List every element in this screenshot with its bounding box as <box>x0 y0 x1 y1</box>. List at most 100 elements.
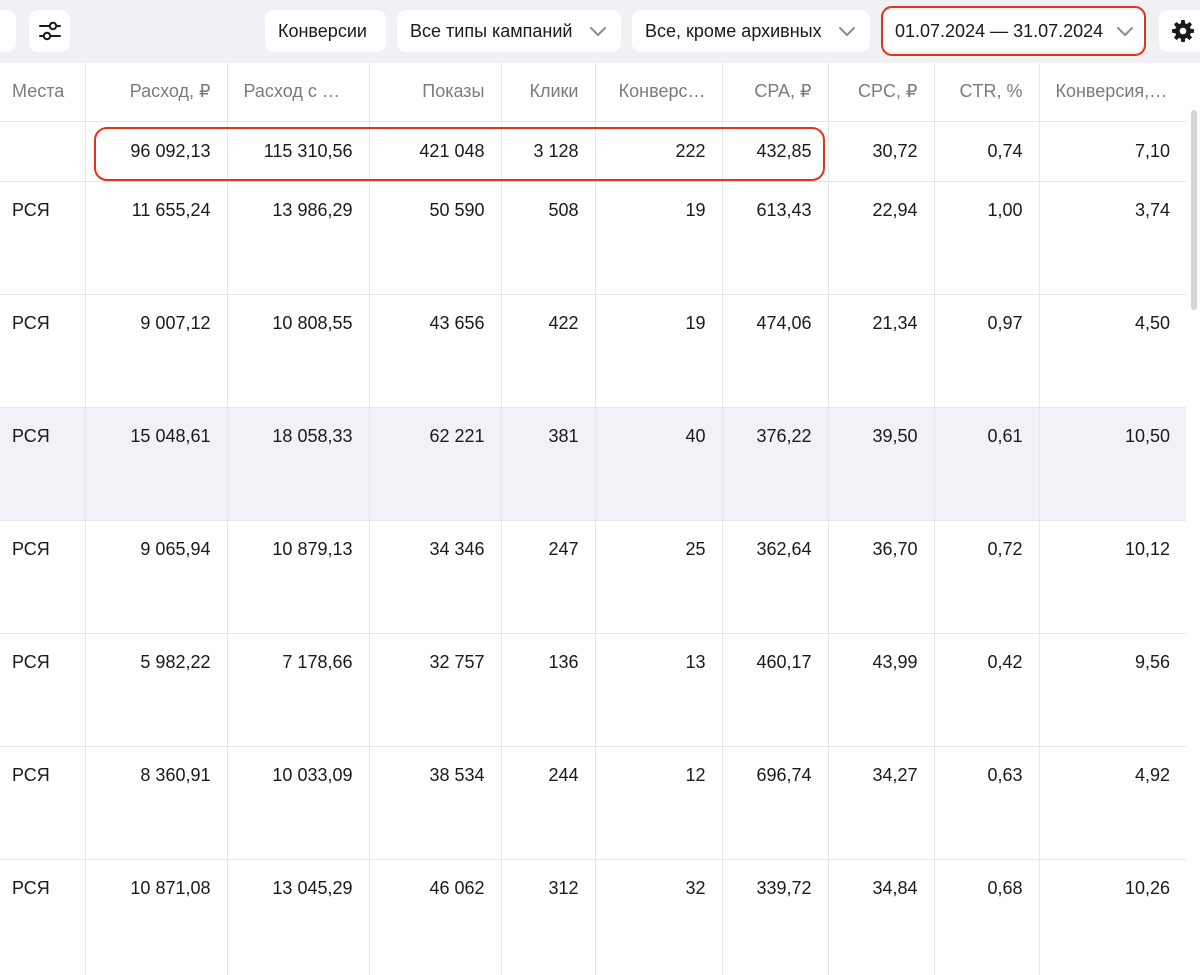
table-cell: 12 <box>594 746 722 860</box>
column-header-places[interactable]: Места <box>0 63 85 122</box>
total-cell: 421 048 <box>368 121 501 182</box>
table-cell: 34,27 <box>827 746 934 860</box>
table-cell: 0,61 <box>933 407 1039 521</box>
table-cell: РСЯ <box>12 877 50 898</box>
statistics-table: Места Расход, ₽ Расход с Н… Показы Клики… <box>0 63 1186 975</box>
column-header-conversion-rate[interactable]: Конверсия, % <box>1038 63 1186 122</box>
total-cell: 0,74 <box>933 121 1039 182</box>
partial-button[interactable] <box>0 10 16 52</box>
table-cell: 62 221 <box>368 407 501 521</box>
column-header-impressions[interactable]: Показы <box>368 63 501 122</box>
total-cell: 30,72 <box>827 121 934 182</box>
table-row[interactable]: РСЯ 9 007,12 10 808,55 43 656 422 19 474… <box>0 294 1186 408</box>
column-header-cpa[interactable]: CPA, ₽ <box>721 63 828 122</box>
status-filter-select[interactable]: Все, кроме архивных <box>632 10 870 52</box>
conversions-button[interactable]: Конверсии <box>265 10 386 52</box>
table-cell: 4,92 <box>1038 746 1186 860</box>
table-row[interactable]: РСЯ 8 360,91 10 033,09 38 534 244 12 696… <box>0 746 1186 860</box>
table-cell: 9,56 <box>1038 633 1186 747</box>
table-cell: 613,43 <box>721 181 828 295</box>
total-cell: 432,85 <box>721 121 828 182</box>
table-cell: 38 534 <box>368 746 501 860</box>
table-cell: 244 <box>500 746 595 860</box>
total-cell: 3 128 <box>500 121 595 182</box>
table-cell: 11 655,24 <box>84 181 227 295</box>
table-row[interactable]: РСЯ 15 048,61 18 058,33 62 221 381 40 37… <box>0 407 1186 521</box>
table-cell: 1,00 <box>933 181 1039 295</box>
table-cell: 312 <box>500 859 595 975</box>
toolbar: Конверсии Все типы кампаний Все, кроме а… <box>0 0 1200 63</box>
table-cell: 13 045,29 <box>226 859 369 975</box>
column-header-conversions[interactable]: Конверс… <box>594 63 722 122</box>
table-cell: 15 048,61 <box>84 407 227 521</box>
table-cell: 25 <box>594 520 722 634</box>
table-cell: РСЯ <box>0 746 85 860</box>
table-cell: 43 656 <box>368 294 501 408</box>
total-cell: 7,10 <box>1038 121 1186 182</box>
settings-button[interactable] <box>1159 10 1200 52</box>
table-cell: 5 982,22 <box>84 633 227 747</box>
table-cell: 19 <box>594 181 722 295</box>
table-cell: 9 007,12 <box>84 294 227 408</box>
table-cell: 10,26 <box>1038 859 1186 975</box>
table-row[interactable]: РСЯ 5 982,22 7 178,66 32 757 136 13 460,… <box>0 633 1186 747</box>
table-cell: 0,97 <box>933 294 1039 408</box>
table-row[interactable]: РСЯ 11 655,24 13 986,29 50 590 508 19 61… <box>0 181 1186 295</box>
table-cell: 40 <box>594 407 722 521</box>
table-cell: 32 <box>594 859 722 975</box>
table-header: Места Расход, ₽ Расход с Н… Показы Клики… <box>0 63 1186 122</box>
table-cell: 0,42 <box>933 633 1039 747</box>
column-header-ctr[interactable]: CTR, % <box>933 63 1039 122</box>
table-cell: 247 <box>500 520 595 634</box>
table-cell: 10 879,13 <box>226 520 369 634</box>
table-cell: 8 360,91 <box>84 746 227 860</box>
table-cell: 7 178,66 <box>226 633 369 747</box>
table-cell: 10 808,55 <box>226 294 369 408</box>
date-range-label: 01.07.2024 — 31.07.2024 <box>895 20 1104 41</box>
total-cell: 115 310,56 <box>226 121 369 182</box>
table-cell: 362,64 <box>721 520 828 634</box>
table-cell: 422 <box>500 294 595 408</box>
totals-row: 96 092,13 115 310,56 421 048 3 128 222 4… <box>0 121 1186 182</box>
table-cell: 0,72 <box>933 520 1039 634</box>
table-cell: 474,06 <box>721 294 828 408</box>
total-cell: 96 092,13 <box>84 121 227 182</box>
table-cell: 339,72 <box>721 859 828 975</box>
table-cell: 46 062 <box>368 859 501 975</box>
table-cell: 0,68 <box>933 859 1039 975</box>
column-header-cpc[interactable]: CPC, ₽ <box>827 63 934 122</box>
column-header-clicks[interactable]: Клики <box>500 63 595 122</box>
table-cell: 136 <box>500 633 595 747</box>
filter-settings-button[interactable] <box>29 10 70 52</box>
chevron-down-icon <box>590 27 606 36</box>
table-cell: 19 <box>594 294 722 408</box>
column-header-spend-vat[interactable]: Расход с Н… <box>226 63 369 122</box>
column-header-spend[interactable]: Расход, ₽ <box>84 63 227 122</box>
table-cell: РСЯ <box>0 633 85 747</box>
table-row[interactable]: РСЯ 10 871,08 13 045,29 46 062 312 32 33… <box>0 859 1186 975</box>
table-cell: 10,50 <box>1038 407 1186 521</box>
table-cell: 13 986,29 <box>226 181 369 295</box>
table-cell: 508 <box>500 181 595 295</box>
table-cell: 460,17 <box>721 633 828 747</box>
table-row[interactable]: РСЯ 9 065,94 10 879,13 34 346 247 25 362… <box>0 520 1186 634</box>
table-cell: 21,34 <box>827 294 934 408</box>
table-cell: 39,50 <box>827 407 934 521</box>
table-cell: 696,74 <box>721 746 828 860</box>
sliders-icon <box>38 21 61 41</box>
table-cell: 13 <box>594 633 722 747</box>
table-cell: РСЯ <box>0 294 85 408</box>
table-cell: 3,74 <box>1038 181 1186 295</box>
table-cell: 50 590 <box>368 181 501 295</box>
table-cell: 34 346 <box>368 520 501 634</box>
table-cell: РСЯ <box>0 407 85 521</box>
chevron-down-icon <box>1117 27 1133 36</box>
campaign-types-label: Все типы кампаний <box>410 20 573 41</box>
date-range-select[interactable]: 01.07.2024 — 31.07.2024 <box>883 10 1144 52</box>
scrollbar-thumb[interactable] <box>1191 110 1197 310</box>
table-cell: 34,84 <box>827 859 934 975</box>
table-cell: РСЯ <box>0 181 85 295</box>
campaign-types-select[interactable]: Все типы кампаний <box>397 10 621 52</box>
table-cell: 10 871,08 <box>84 859 227 975</box>
table-cell: 376,22 <box>721 407 828 521</box>
